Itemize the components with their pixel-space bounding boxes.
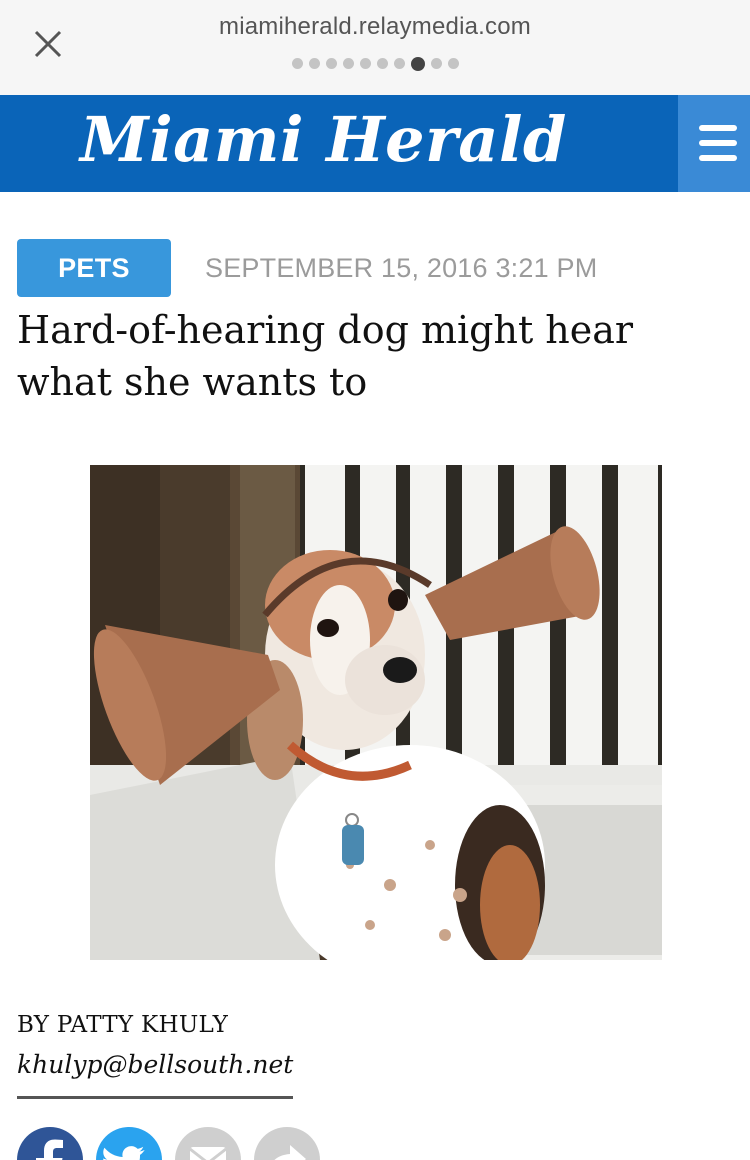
article-photo bbox=[90, 465, 662, 960]
page-dot-active bbox=[410, 56, 425, 71]
category-badge[interactable]: PETS bbox=[17, 239, 171, 297]
menu-button[interactable] bbox=[678, 95, 750, 192]
page-dot bbox=[376, 58, 388, 69]
page-dot bbox=[291, 58, 303, 69]
page-dot bbox=[359, 58, 371, 69]
facebook-icon bbox=[36, 1139, 63, 1160]
forward-share-button[interactable] bbox=[254, 1127, 320, 1160]
page-url: miamiherald.relaymedia.com bbox=[219, 13, 531, 40]
masthead: Miami Herald bbox=[0, 95, 750, 192]
author-email-link[interactable]: khulyp@bellsouth.net bbox=[17, 1050, 293, 1079]
page-dot bbox=[447, 58, 459, 69]
byline-divider bbox=[17, 1096, 293, 1099]
article-headline: Hard-of-hearing dog might hear what she … bbox=[17, 308, 634, 404]
page-dot bbox=[308, 58, 320, 69]
email-share-button[interactable] bbox=[175, 1127, 241, 1160]
page-indicator-dots bbox=[0, 56, 750, 71]
twitter-icon bbox=[103, 1146, 145, 1160]
page-dot bbox=[393, 58, 405, 69]
facebook-share-button[interactable] bbox=[17, 1127, 83, 1160]
twitter-share-button[interactable] bbox=[96, 1127, 162, 1160]
publish-date: SEPTEMBER 15, 2016 3:21 PM bbox=[205, 253, 598, 283]
page-dot bbox=[342, 58, 354, 69]
page-dot bbox=[430, 58, 442, 69]
browser-top-bar: miamiherald.relaymedia.com bbox=[0, 0, 750, 95]
forward-icon bbox=[274, 1145, 306, 1160]
miami-herald-logo[interactable]: Miami Herald bbox=[80, 103, 567, 176]
page-dot bbox=[325, 58, 337, 69]
email-icon bbox=[189, 1147, 227, 1160]
article-byline: BY PATTY KHULY bbox=[17, 1012, 229, 1038]
